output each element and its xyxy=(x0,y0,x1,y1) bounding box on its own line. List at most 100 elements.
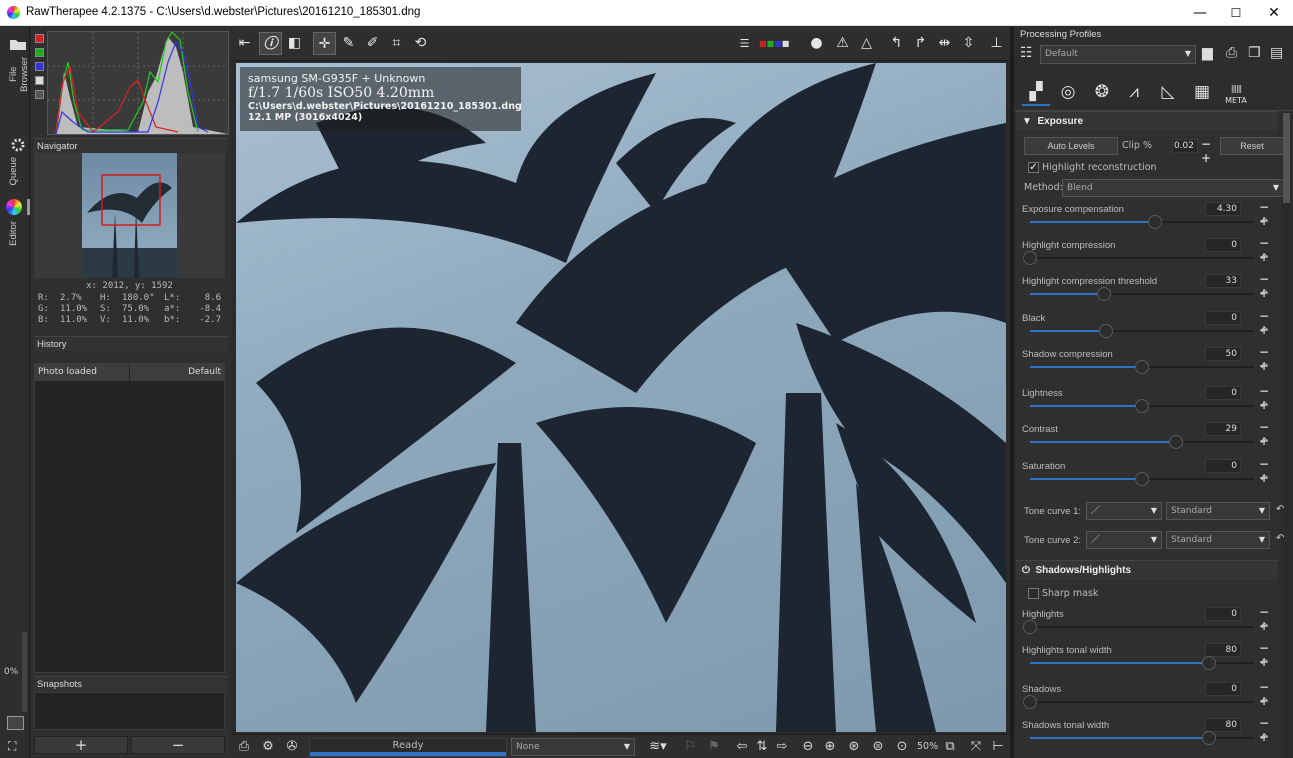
contrast-value[interactable]: 29 xyxy=(1205,422,1241,436)
highlights-tonal-width-value[interactable]: 80 xyxy=(1205,643,1241,657)
copy-profile-clip-icon[interactable]: ❐ xyxy=(1248,45,1261,61)
snapshots-list[interactable] xyxy=(34,692,225,730)
highlight-compression-threshold-reset-icon[interactable]: ↶ xyxy=(1260,289,1268,300)
file-browser-tab[interactable]: File Browser (25) xyxy=(0,37,41,92)
close-button[interactable]: ✕ xyxy=(1256,0,1292,26)
queue-tab[interactable]: Queue xyxy=(0,137,30,186)
shadow-compression-slider[interactable] xyxy=(1030,360,1254,374)
tools-scrollbar[interactable] xyxy=(1282,111,1291,758)
save-profile-icon[interactable]: ⎙ xyxy=(1226,45,1237,61)
save-image-icon[interactable]: ⎙ xyxy=(235,738,253,756)
saturation-value[interactable]: 0 xyxy=(1205,459,1241,473)
snapshots-toggle-icon[interactable] xyxy=(7,716,24,730)
contrast-slider-knob[interactable] xyxy=(1168,435,1183,449)
preview-background-icon[interactable]: ☰ xyxy=(733,32,756,55)
highlights-tonal-width-reset-icon[interactable]: ↶ xyxy=(1260,658,1268,669)
black-reset-icon[interactable]: ↶ xyxy=(1260,326,1268,337)
editor-tab[interactable]: Editor xyxy=(0,199,30,246)
saturation-slider-knob[interactable] xyxy=(1135,472,1149,486)
highlights-value[interactable]: 0 xyxy=(1205,607,1241,621)
copy-profile-icon[interactable]: ≋▾ xyxy=(641,738,675,756)
detail-tab-icon[interactable]: ◎ xyxy=(1054,78,1082,106)
history-list[interactable]: Photo loaded Default xyxy=(34,363,225,673)
zoom-fit-icon[interactable]: ⊜ xyxy=(869,738,887,756)
shadow-compression-reset-icon[interactable]: ↶ xyxy=(1260,362,1268,373)
edit-external-icon[interactable]: ✇ xyxy=(283,738,301,756)
zoom-fit-crop-icon[interactable]: ⊙ xyxy=(893,738,911,756)
hide-right-panel-icon[interactable]: ⊢ xyxy=(989,738,1007,756)
white-balance-picker-icon[interactable]: ✎ xyxy=(337,32,360,55)
shadows-highlights-header[interactable]: ⏻ Shadows/Highlights xyxy=(1016,560,1278,580)
highlights-reset-icon[interactable]: ↶ xyxy=(1260,622,1268,633)
tone-curve-2-shape-select[interactable]: ／ ▼ xyxy=(1086,531,1162,549)
black-value[interactable]: 0 xyxy=(1205,311,1241,325)
shadows-tonal-width-reset-icon[interactable]: ↶ xyxy=(1260,733,1268,744)
fullscreen-icon[interactable]: ⛶ xyxy=(8,739,23,753)
hide-top-panel-icon[interactable]: ⊥ xyxy=(985,32,1008,55)
power-toggle-icon[interactable]: ⏻ xyxy=(1022,565,1035,576)
flip-horizontal-icon[interactable]: ⇹ xyxy=(933,32,956,55)
reset-button[interactable]: Reset xyxy=(1220,137,1284,155)
highlight-compression-slider-knob[interactable] xyxy=(1023,251,1037,265)
info-icon[interactable]: ⓘ xyxy=(259,32,282,55)
saturation-slider[interactable] xyxy=(1030,472,1254,486)
red-channel-toggle[interactable] xyxy=(35,34,44,43)
exposure-tab-icon[interactable]: ▞ xyxy=(1022,78,1050,106)
profile-list-icon[interactable]: ☷ xyxy=(1020,45,1036,63)
black-slider-knob[interactable] xyxy=(1099,324,1114,338)
focus-mask-icon[interactable]: ● xyxy=(805,32,828,55)
blue-channel-toggle[interactable] xyxy=(35,62,44,71)
method-select[interactable]: Blend ▼ xyxy=(1062,179,1284,197)
shadows-tonal-width-slider-knob[interactable] xyxy=(1202,731,1217,745)
zoom-100-icon[interactable]: ⊛ xyxy=(845,738,863,756)
send-to-queue-icon[interactable]: ⚙ xyxy=(259,738,277,756)
highlight-compression-reset-icon[interactable]: ↶ xyxy=(1260,253,1268,264)
highlights-slider-knob[interactable] xyxy=(1023,620,1037,634)
exposure-compensation-value[interactable]: 4.30 xyxy=(1205,202,1241,216)
shadows-reset-icon[interactable]: ↶ xyxy=(1260,697,1268,708)
add-snapshot-button[interactable]: + xyxy=(34,736,128,754)
green-channel-toggle[interactable] xyxy=(35,48,44,57)
paste-profile-clip-icon[interactable]: ▤ xyxy=(1270,45,1283,61)
hand-tool-icon[interactable]: ✛ xyxy=(313,32,336,55)
zoom-out-icon[interactable]: ⊖ xyxy=(799,738,817,756)
shadows-slider[interactable] xyxy=(1023,695,1254,709)
zoom-in-icon[interactable]: ⊕ xyxy=(821,738,839,756)
rotate-left-icon[interactable]: ↰ xyxy=(885,32,908,55)
exposure-compensation-slider[interactable] xyxy=(1030,215,1254,229)
straighten-icon[interactable]: ⟲ xyxy=(409,32,432,55)
shadows-tonal-width-value[interactable]: 80 xyxy=(1205,718,1241,732)
new-detail-window-icon[interactable]: ⧉ xyxy=(941,738,959,756)
open-profile-icon[interactable]: ▆ xyxy=(1202,45,1213,61)
lightness-reset-icon[interactable]: ↶ xyxy=(1260,401,1268,412)
exposure-header[interactable]: ▼ Exposure xyxy=(1016,111,1278,131)
profile-select[interactable]: None ▼ xyxy=(511,738,635,756)
processing-profile-select[interactable]: Default ▼ xyxy=(1040,45,1196,64)
lightness-slider[interactable] xyxy=(1030,399,1254,413)
previous-image-icon[interactable]: ⇦ xyxy=(733,738,751,756)
flip-vertical-icon[interactable]: ⇳ xyxy=(957,32,980,55)
black-slider[interactable] xyxy=(1030,324,1254,338)
advanced-tab-icon[interactable]: ⩘ xyxy=(1120,78,1148,106)
saturation-reset-icon[interactable]: ↶ xyxy=(1260,474,1268,485)
transform-tab-icon[interactable]: ◺ xyxy=(1154,78,1182,106)
tone-curve-2-reset-icon[interactable]: ↶ xyxy=(1276,533,1284,544)
luminance-toggle[interactable] xyxy=(35,76,44,85)
shadows-value[interactable]: 0 xyxy=(1205,682,1241,696)
history-row[interactable]: Photo loaded Default xyxy=(35,364,224,381)
shadows-slider-knob[interactable] xyxy=(1023,695,1037,709)
highlight-compression-value[interactable]: 0 xyxy=(1205,238,1241,252)
highlight-compression-threshold-slider[interactable] xyxy=(1030,287,1254,301)
sync-icon[interactable]: ⇅ xyxy=(753,738,771,756)
maximize-button[interactable]: ☐ xyxy=(1218,0,1254,26)
chroma-toggle[interactable] xyxy=(35,90,44,99)
fullscreen-toggle-icon[interactable]: ⤧ xyxy=(967,738,985,756)
rotate-right-icon[interactable]: ↱ xyxy=(909,32,932,55)
highlight-compression-threshold-value[interactable]: 33 xyxy=(1205,274,1241,288)
auto-levels-button[interactable]: Auto Levels xyxy=(1024,137,1118,155)
paste-profile-icon[interactable]: ⚐ xyxy=(681,738,699,756)
minimize-button[interactable]: — xyxy=(1182,0,1218,26)
color-picker-icon[interactable]: ✐ xyxy=(361,32,384,55)
tone-curve-2-type-select[interactable]: Standard ▼ xyxy=(1166,531,1270,549)
contrast-reset-icon[interactable]: ↶ xyxy=(1260,437,1268,448)
